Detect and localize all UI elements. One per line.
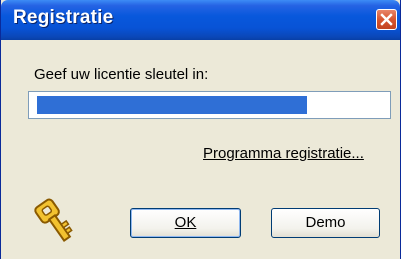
program-registration-link[interactable]: Programma registratie... — [203, 145, 364, 162]
registration-dialog: Registratie Geef uw licentie sleutel in:… — [0, 0, 401, 259]
window-title: Registratie — [13, 7, 114, 28]
title-bar[interactable]: Registratie — [1, 0, 400, 40]
ok-button[interactable]: OK — [130, 208, 241, 238]
key-icon — [34, 198, 73, 243]
license-key-label: Geef uw licentie sleutel in: — [34, 66, 209, 83]
text-selection-highlight — [37, 96, 307, 114]
ok-button-label: OK — [174, 214, 197, 231]
close-button[interactable] — [376, 9, 397, 30]
demo-button-label: Demo — [305, 214, 346, 231]
license-key-input[interactable] — [28, 91, 391, 119]
demo-button[interactable]: Demo — [271, 208, 380, 238]
close-icon — [380, 13, 393, 26]
